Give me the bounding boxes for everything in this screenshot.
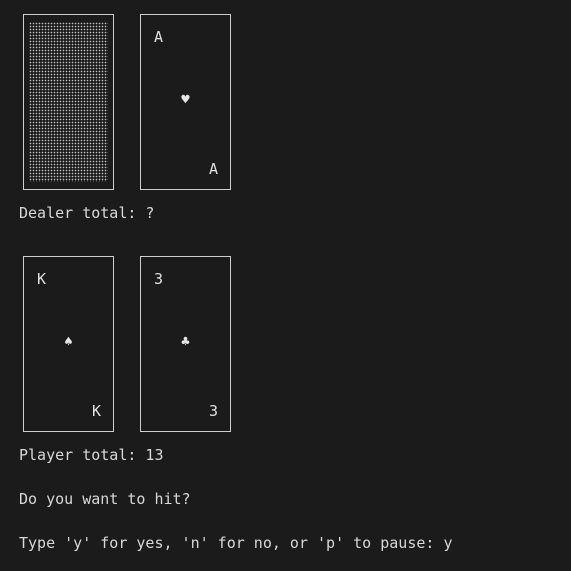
card-rank-bottom: K: [91, 402, 101, 420]
player-card-1: K ♠ K: [23, 256, 114, 432]
card-rank-top: 3: [154, 270, 164, 288]
card-rank-bottom: 3: [208, 402, 218, 420]
spade-suit-icon: ♠: [64, 334, 73, 350]
input-prompt[interactable]: Type 'y' for yes, 'n' for no, or 'p' to …: [19, 536, 452, 551]
player-card-2: 3 ♣ 3: [140, 256, 231, 432]
card-rank-top: K: [37, 270, 47, 288]
dealer-total: Dealer total: ?: [19, 204, 155, 222]
dealer-card-2: A ♥ A: [140, 14, 231, 190]
heart-suit-icon: ♥: [181, 92, 190, 108]
player-total: Player total: 13: [19, 446, 164, 464]
card-rank-bottom: A: [208, 160, 218, 178]
dealer-card-face-down: [23, 14, 114, 190]
card-back-pattern: [29, 22, 108, 182]
card-rank-top: A: [154, 28, 164, 46]
club-suit-icon: ♣: [181, 334, 190, 350]
hit-question: Do you want to hit?: [19, 490, 191, 508]
